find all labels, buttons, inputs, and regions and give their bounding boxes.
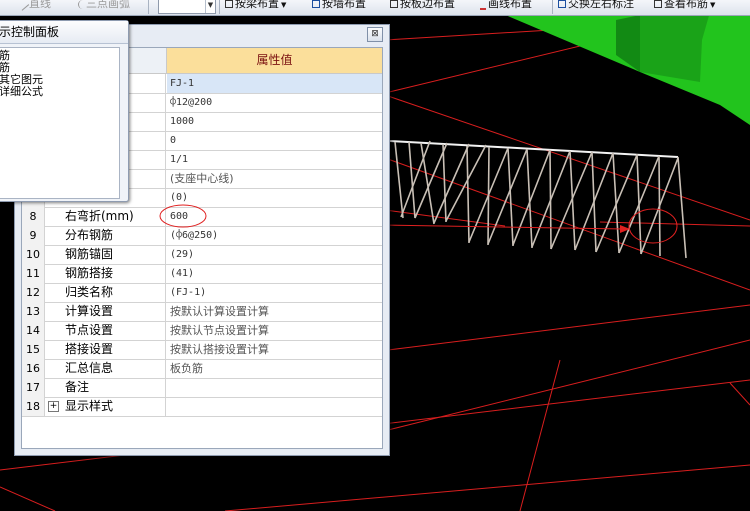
chevron-down-icon: ▼ — [710, 1, 716, 9]
row-number: 12 — [22, 283, 45, 302]
property-row[interactable]: 18 + 显示样式 — [22, 397, 382, 417]
chevron-down-icon: ▼ — [205, 0, 215, 13]
property-value[interactable]: 1000 — [167, 112, 382, 131]
property-value[interactable]: (⌽6@250) — [167, 226, 382, 245]
toolbar-combo[interactable]: ▼ — [158, 0, 216, 14]
view-rebar-button[interactable]: 查看布筋 ▼ — [654, 0, 715, 13]
draw-line-layout-button[interactable]: 画线布置 — [480, 0, 532, 13]
property-row[interactable]: 14 节点设置 按默认节点设置计算 — [22, 321, 382, 341]
property-value[interactable]: FJ-1 — [167, 74, 382, 93]
row-number: 14 — [22, 321, 45, 340]
property-value[interactable]: ⌽12@200 — [167, 93, 382, 112]
property-value[interactable]: 按默认计算设置计算 — [167, 302, 382, 321]
swap-annotation-button[interactable]: 交换左右标注 — [558, 0, 634, 13]
property-value[interactable]: 按默认节点设置计算 — [167, 321, 382, 340]
property-row[interactable]: 9 分布钢筋 (⌽6@250) — [22, 226, 382, 246]
arc-icon — [78, 0, 84, 9]
line-tool-button[interactable]: 直线 — [15, 0, 51, 13]
slab-edge-layout-button[interactable]: 按板边布置 — [390, 0, 455, 13]
toolbar-separator — [219, 0, 220, 14]
property-row[interactable]: 17 备注 — [22, 378, 382, 398]
row-number: 8 — [22, 207, 45, 226]
property-name: 右弯折(mm) — [45, 207, 166, 226]
chevron-down-icon: ▼ — [281, 1, 287, 9]
three-point-arc-button[interactable]: 三点画弧 — [78, 0, 130, 13]
view-rebar-icon — [654, 0, 662, 8]
row-number: 18 — [22, 397, 45, 416]
property-name: 计算设置 — [45, 302, 166, 321]
property-value[interactable] — [167, 378, 382, 397]
control-panel-item[interactable]: 详细公式 — [0, 86, 119, 98]
control-panel-list: 筋 筋 其它图元 详细公式 — [0, 47, 120, 199]
row-number: 17 — [22, 378, 45, 397]
close-icon[interactable]: ⊠ — [367, 27, 383, 42]
toolbar-separator — [148, 0, 149, 14]
property-value-header: 属性值 — [167, 48, 382, 74]
property-name: 分布钢筋 — [45, 226, 166, 245]
property-name: 备注 — [45, 378, 166, 397]
row-number: 15 — [22, 340, 45, 359]
property-name: 搭接设置 — [45, 340, 166, 359]
property-name: 钢筋锚固 — [45, 245, 166, 264]
property-name: 归类名称 — [45, 283, 166, 302]
property-value[interactable]: 板负筋 — [167, 359, 382, 378]
property-value[interactable]: (29) — [167, 245, 382, 264]
draw-line-icon — [480, 0, 486, 10]
display-control-panel: 示控制面板 筋 筋 其它图元 详细公式 — [0, 20, 129, 202]
property-value[interactable]: 1/1 — [167, 150, 382, 169]
property-value[interactable]: (0) — [167, 188, 382, 207]
control-panel-item[interactable]: 筋 — [0, 50, 119, 62]
property-name: 节点设置 — [45, 321, 166, 340]
row-number: 9 — [22, 226, 45, 245]
row-number: 10 — [22, 245, 45, 264]
value-highlight-ellipse — [159, 204, 207, 228]
property-row[interactable]: 13 计算设置 按默认计算设置计算 — [22, 302, 382, 322]
control-panel-title: 示控制面板 — [0, 21, 128, 44]
property-name: 显示样式 — [45, 397, 166, 416]
row-number: 13 — [22, 302, 45, 321]
rebar-group — [389, 140, 687, 259]
top-toolbar: 直线 三点画弧 ▼ 按梁布置 ▼ 按墙布置 按板边布置 画线布置 交换左右标注 查… — [0, 0, 750, 16]
property-row[interactable]: 15 搭接设置 按默认搭接设置计算 — [22, 340, 382, 360]
property-row[interactable]: 12 归类名称 (FJ-1) — [22, 283, 382, 303]
property-value[interactable]: (FJ-1) — [167, 283, 382, 302]
property-value[interactable]: 按默认搭接设置计算 — [167, 340, 382, 359]
beam-layout-icon — [225, 0, 233, 8]
row-number: 16 — [22, 359, 45, 378]
toolbar-separator — [552, 0, 553, 14]
property-name: 汇总信息 — [45, 359, 166, 378]
property-value[interactable]: 0 — [167, 131, 382, 150]
property-value[interactable]: (41) — [167, 264, 382, 283]
beam-layout-button[interactable]: 按梁布置 ▼ — [225, 0, 286, 13]
swap-icon — [558, 0, 566, 8]
property-value[interactable] — [167, 397, 382, 416]
wall-layout-icon — [312, 0, 320, 8]
property-row[interactable]: 10 钢筋锚固 (29) — [22, 245, 382, 265]
wall-layout-button[interactable]: 按墙布置 — [312, 0, 366, 13]
row-number: 11 — [22, 264, 45, 283]
property-row[interactable]: 11 钢筋搭接 (41) — [22, 264, 382, 284]
line-icon — [15, 0, 30, 11]
property-value[interactable]: (支座中心线) — [167, 169, 382, 188]
property-name: 钢筋搭接 — [45, 264, 166, 283]
property-row[interactable]: 8 右弯折(mm) 600 — [22, 204, 382, 228]
property-row[interactable]: 16 汇总信息 板负筋 — [22, 359, 382, 379]
slab-edge-icon — [390, 0, 398, 8]
